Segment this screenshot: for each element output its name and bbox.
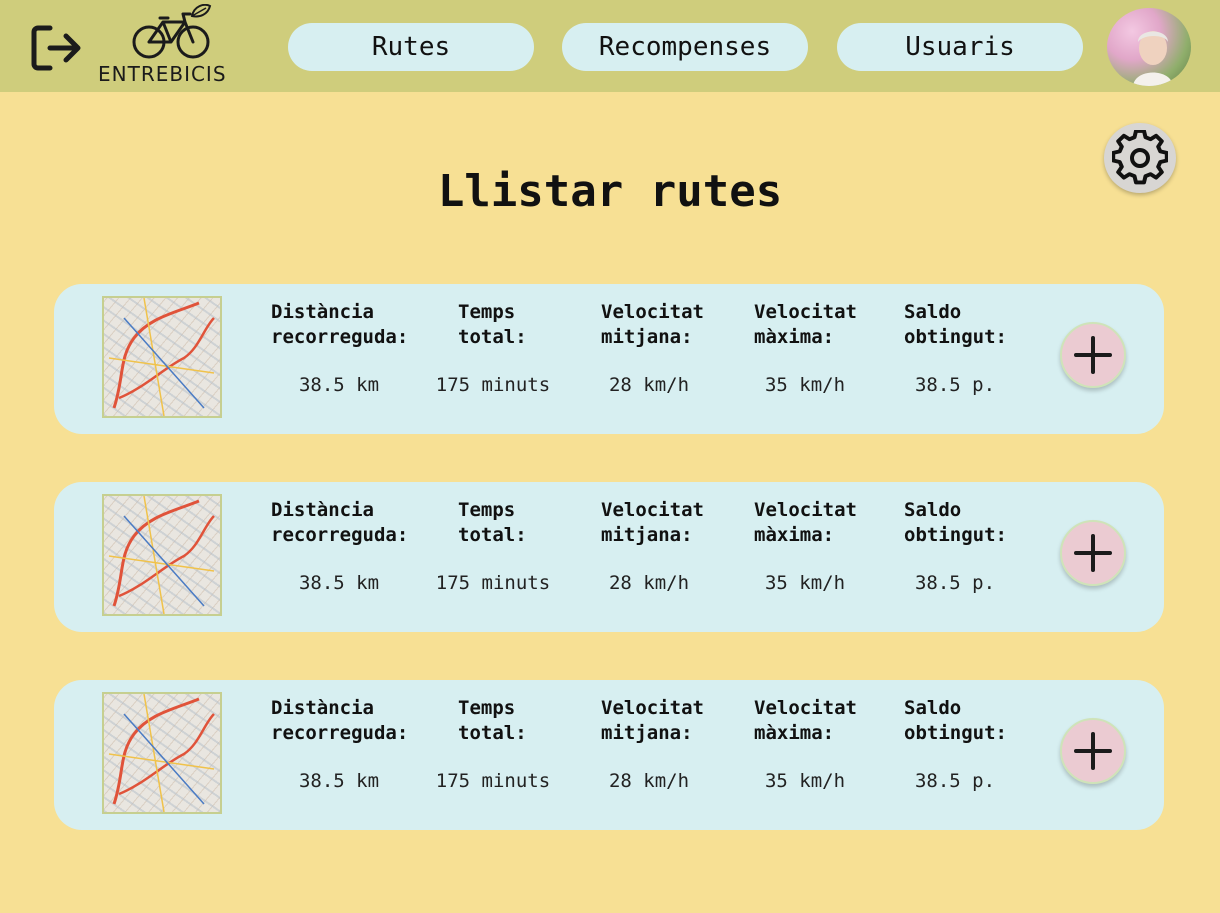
- nav-rutes-button[interactable]: Rutes: [288, 23, 534, 71]
- balance-value: 38.5 p.: [914, 374, 996, 396]
- route-map-thumbnail[interactable]: [102, 692, 222, 814]
- app-logo[interactable]: ENTREBICIS: [96, 4, 248, 88]
- route-map-thumbnail[interactable]: [102, 494, 222, 616]
- balance-value: 38.5 p.: [914, 572, 996, 594]
- top-navigation-bar: ENTREBICIS Rutes Recompenses Usuaris: [0, 0, 1220, 92]
- time-value: 175 minuts: [435, 770, 551, 792]
- time-value: 175 minuts: [435, 374, 551, 396]
- route-map-thumbnail[interactable]: [102, 296, 222, 418]
- balance-value: 38.5 p.: [914, 770, 996, 792]
- user-avatar[interactable]: [1107, 8, 1191, 86]
- avg-speed-value: 28 km/h: [608, 572, 690, 594]
- balance-label: Saldo obtingut:: [904, 499, 1007, 546]
- balance-label: Saldo obtingut:: [904, 301, 1007, 348]
- avg-speed-label: Velocitat mitjana:: [601, 697, 704, 744]
- distance-value: 38.5 km: [298, 770, 380, 792]
- plus-icon: [1074, 336, 1112, 374]
- route-card: Distància recorreguda: Temps total: Velo…: [54, 284, 1164, 434]
- logout-icon[interactable]: [28, 20, 84, 76]
- max-speed-label: Velocitat màxima:: [754, 499, 857, 546]
- bicycle-leaf-icon: [132, 4, 212, 59]
- max-speed-value: 35 km/h: [764, 374, 846, 396]
- distance-label: Distància recorreguda:: [271, 301, 409, 348]
- add-route-button[interactable]: [1060, 520, 1126, 586]
- route-card: Distància recorreguda: Temps total: Velo…: [54, 482, 1164, 632]
- time-value: 175 minuts: [435, 572, 551, 594]
- add-route-button[interactable]: [1060, 718, 1126, 784]
- avg-speed-value: 28 km/h: [608, 770, 690, 792]
- max-speed-label: Velocitat màxima:: [754, 697, 857, 744]
- max-speed-value: 35 km/h: [764, 770, 846, 792]
- plus-icon: [1074, 534, 1112, 572]
- plus-icon: [1074, 732, 1112, 770]
- nav-usuaris-button[interactable]: Usuaris: [837, 23, 1083, 71]
- balance-label: Saldo obtingut:: [904, 697, 1007, 744]
- max-speed-value: 35 km/h: [764, 572, 846, 594]
- avg-speed-value: 28 km/h: [608, 374, 690, 396]
- avg-speed-label: Velocitat mitjana:: [601, 499, 704, 546]
- avg-speed-label: Velocitat mitjana:: [601, 301, 704, 348]
- distance-value: 38.5 km: [298, 374, 380, 396]
- time-label: Temps total:: [458, 499, 527, 546]
- add-route-button[interactable]: [1060, 322, 1126, 388]
- logo-text: ENTREBICIS: [98, 62, 227, 86]
- time-label: Temps total:: [458, 697, 527, 744]
- distance-label: Distància recorreguda:: [271, 499, 409, 546]
- distance-label: Distància recorreguda:: [271, 697, 409, 744]
- max-speed-label: Velocitat màxima:: [754, 301, 857, 348]
- distance-value: 38.5 km: [298, 572, 380, 594]
- page-title: Llistar rutes: [437, 166, 783, 217]
- nav-recompenses-button[interactable]: Recompenses: [562, 23, 808, 71]
- route-card: Distància recorreguda: Temps total: Velo…: [54, 680, 1164, 830]
- time-label: Temps total:: [458, 301, 527, 348]
